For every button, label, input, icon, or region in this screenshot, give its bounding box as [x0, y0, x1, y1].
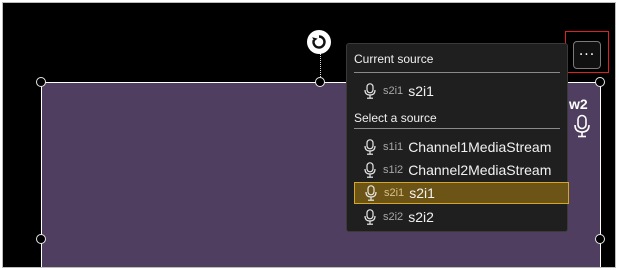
- resize-handle-middle-left[interactable]: [36, 234, 46, 244]
- more-icon: ···: [578, 47, 596, 63]
- resize-handle-top-left[interactable]: [36, 77, 46, 87]
- stage-frame: w2 ··· Current source s2i1 s2i1 Select a…: [2, 2, 616, 268]
- source-id: s1i2: [383, 164, 404, 176]
- microphone-icon: [365, 185, 377, 201]
- rotate-icon: [312, 35, 326, 49]
- source-id: s2i2: [383, 211, 404, 223]
- resize-handle-top-center[interactable]: [315, 77, 325, 87]
- select-source-header: Select a source: [354, 111, 437, 125]
- source-name: s2i2: [408, 209, 434, 225]
- microphone-icon: [364, 209, 376, 225]
- microphone-icon: [364, 83, 376, 99]
- microphone-icon: [364, 139, 376, 155]
- source-id: s2i1: [384, 187, 405, 199]
- source-name: s2i1: [408, 83, 434, 99]
- microphone-icon: [574, 114, 590, 138]
- resize-handle-middle-right[interactable]: [595, 234, 605, 244]
- divider: [354, 72, 560, 73]
- current-source-header: Current source: [354, 52, 434, 66]
- current-source-item: s2i1 s2i1: [354, 80, 569, 102]
- microphone-icon: [364, 162, 376, 178]
- source-option[interactable]: s1i1 Channel1MediaStream: [354, 136, 569, 158]
- rotate-handle[interactable]: [307, 30, 331, 54]
- resize-handle-top-right[interactable]: [595, 77, 605, 87]
- source-option-selected[interactable]: s2i1 s2i1: [354, 182, 569, 204]
- tile-name-label: w2: [569, 96, 588, 112]
- source-option[interactable]: s2i2 s2i2: [354, 206, 569, 228]
- source-name: Channel2MediaStream: [408, 162, 552, 178]
- divider: [354, 128, 560, 129]
- source-name: Channel1MediaStream: [408, 139, 552, 155]
- rotation-connector: [320, 53, 321, 79]
- source-picker-popup: Current source s2i1 s2i1 Select a source…: [346, 43, 569, 232]
- source-name: s2i1: [409, 185, 435, 201]
- source-id: s2i1: [383, 85, 404, 97]
- source-id: s1i1: [383, 141, 404, 153]
- more-options-button[interactable]: ···: [573, 41, 601, 69]
- source-option[interactable]: s1i2 Channel2MediaStream: [354, 159, 569, 181]
